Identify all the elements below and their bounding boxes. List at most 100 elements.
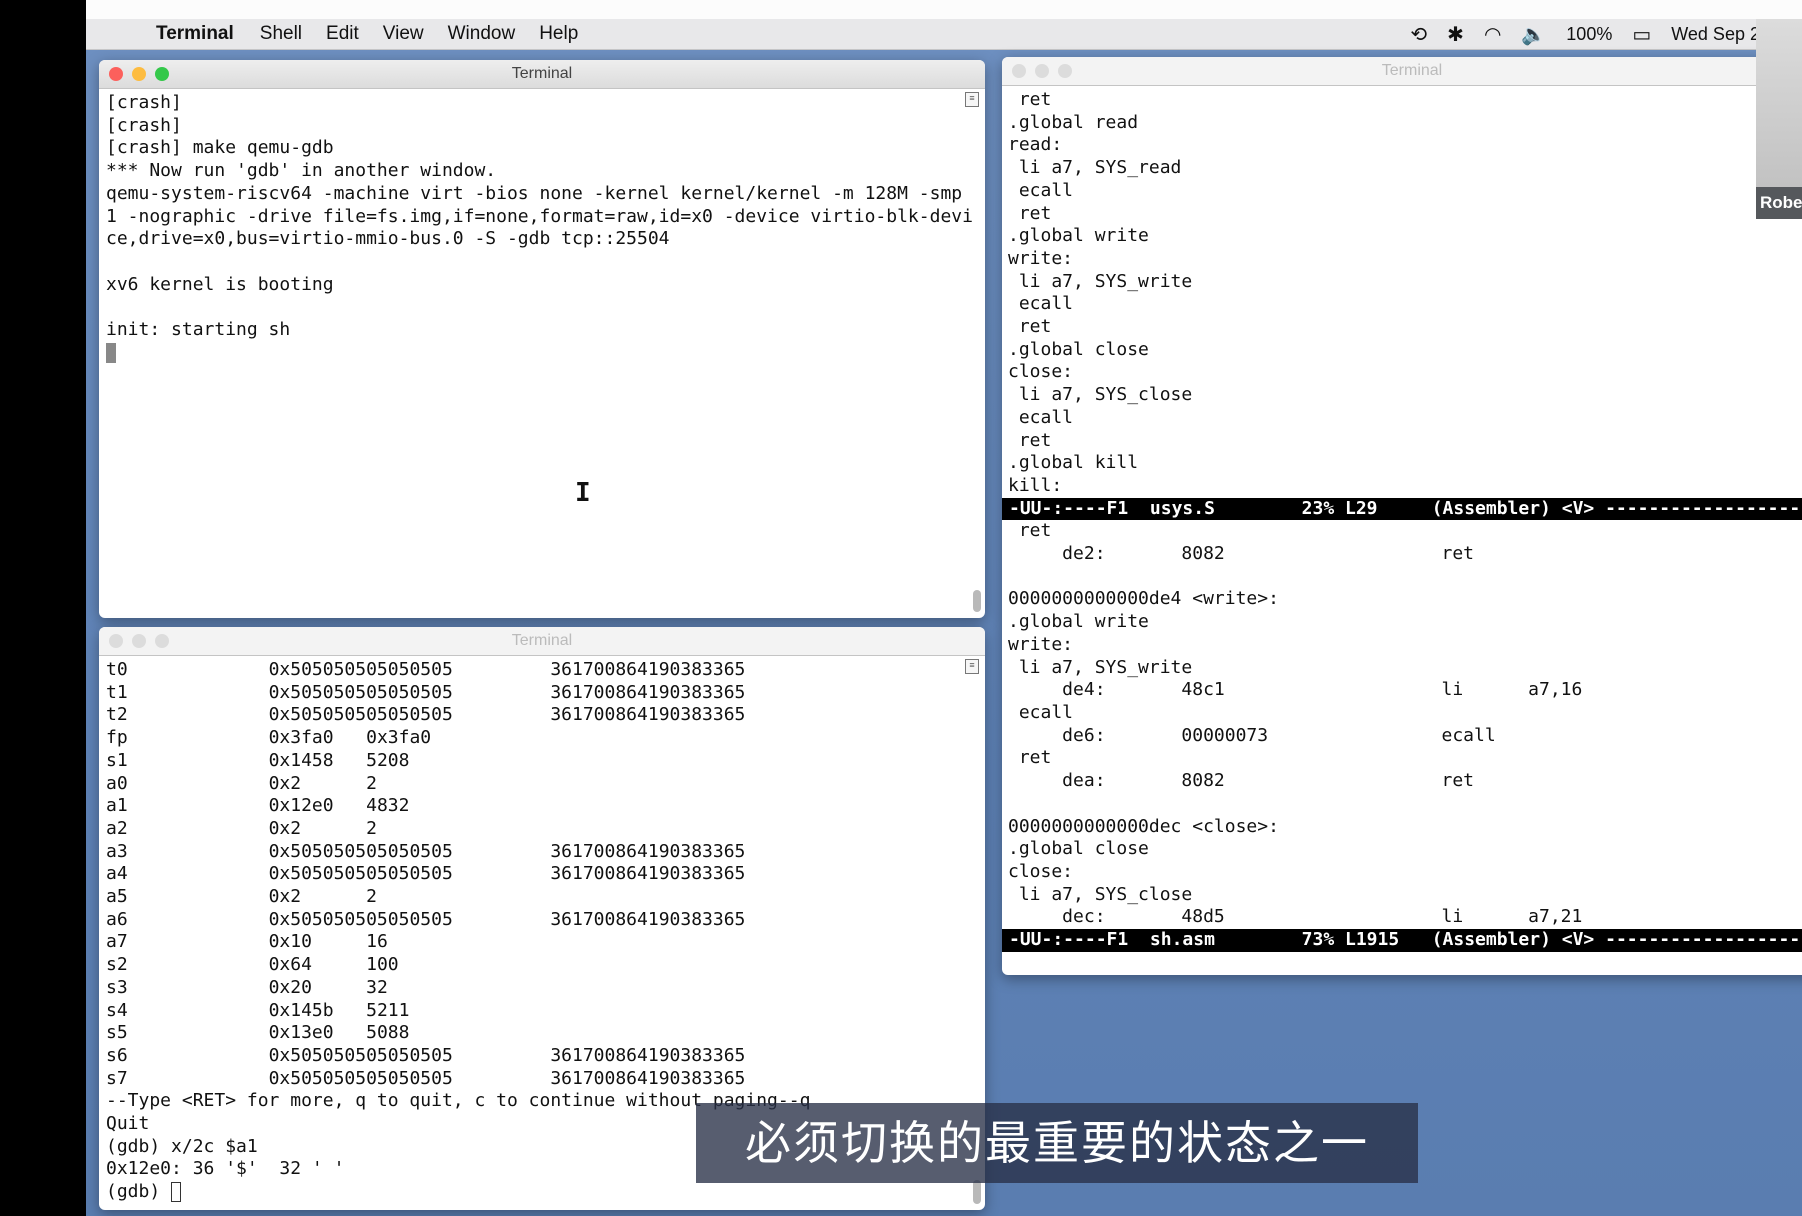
- register-name: t0: [106, 659, 269, 680]
- bluetooth-icon[interactable]: ✱: [1447, 22, 1464, 47]
- window-titlebar[interactable]: Terminal: [1002, 57, 1802, 86]
- register-name: a4: [106, 863, 269, 885]
- scrollbar[interactable]: [973, 1180, 981, 1204]
- code-line: write:: [1008, 633, 1074, 655]
- register-row: s7 0x505050505050505 361700864190383365: [106, 1068, 985, 1091]
- code-line: ret: [1008, 520, 1052, 542]
- code-line: 0000000000000dec <close>:: [1008, 815, 1279, 837]
- register-name: a7: [106, 931, 269, 953]
- register-row: a7 0x10 16: [106, 931, 985, 954]
- modeline-mode: (Assembler) <V>: [1431, 497, 1595, 519]
- register-hex: 0x505050505050505: [268, 1044, 551, 1066]
- battery-icon[interactable]: ▭: [1632, 22, 1651, 47]
- emacs-upper-buffer[interactable]: ret .global read read: li a7, SYS_read eca…: [1002, 86, 1802, 498]
- register-value: 5211: [366, 999, 410, 1021]
- register-hex: 0x12e0: [268, 795, 367, 817]
- code-line: ret: [1008, 89, 1052, 110]
- register-hex: 0x64: [268, 954, 367, 976]
- register-value: 5208: [366, 749, 410, 771]
- wifi-icon[interactable]: ◠: [1484, 22, 1501, 47]
- register-value: 0x3fa0: [366, 727, 432, 749]
- close-icon[interactable]: [109, 67, 123, 81]
- register-value: 361700864190383365: [550, 681, 746, 703]
- register-row: t2 0x505050505050505 361700864190383365: [106, 704, 985, 727]
- mode-line-sh: -UU-:----F1 sh.asm 73% L1915 (Assembler)…: [1002, 929, 1802, 952]
- menu-app-name[interactable]: Terminal: [156, 23, 234, 45]
- split-pane-icon[interactable]: ≡: [965, 659, 979, 674]
- minimize-icon[interactable]: [132, 67, 146, 81]
- register-row: a2 0x2 2: [106, 818, 985, 841]
- window-titlebar[interactable]: Terminal: [99, 60, 985, 89]
- close-icon[interactable]: [1012, 64, 1026, 78]
- gdb-text: (gdb) x/2c $a1: [106, 1135, 258, 1157]
- register-row: s6 0x505050505050505 361700864190383365: [106, 1045, 985, 1068]
- text-cursor: [106, 342, 116, 363]
- close-icon[interactable]: [109, 634, 123, 648]
- register-hex: 0x10: [268, 931, 367, 953]
- time-machine-icon[interactable]: ⟲: [1410, 22, 1427, 47]
- code-line: ecall: [1008, 406, 1074, 428]
- register-hex: 0x505050505050505: [268, 1067, 551, 1089]
- terminal-line: [crash]: [106, 92, 182, 113]
- menu-edit[interactable]: Edit: [326, 23, 359, 45]
- code-line: .global write: [1008, 611, 1149, 633]
- menu-help[interactable]: Help: [539, 23, 578, 45]
- register-value: 361700864190383365: [550, 840, 746, 862]
- register-hex: 0x505050505050505: [268, 840, 551, 862]
- register-name: s6: [106, 1044, 269, 1066]
- register-hex: 0x145b: [268, 999, 367, 1021]
- modeline-position: 23% L29: [1301, 497, 1378, 519]
- text-cursor: [171, 1182, 182, 1203]
- register-name: s5: [106, 1022, 269, 1044]
- register-name: a5: [106, 886, 269, 908]
- code-line: ret: [1008, 202, 1052, 224]
- gdb-text: (gdb): [106, 1181, 172, 1203]
- zoom-icon[interactable]: [155, 634, 169, 648]
- register-row: s5 0x13e0 5088: [106, 1022, 985, 1045]
- minimize-icon[interactable]: [132, 634, 146, 648]
- menu-view[interactable]: View: [383, 23, 424, 45]
- split-pane-icon[interactable]: ≡: [965, 92, 979, 107]
- register-name: a6: [106, 908, 269, 930]
- volume-icon[interactable]: 🔈: [1521, 22, 1546, 47]
- scrollbar[interactable]: [973, 590, 981, 612]
- register-value: 361700864190383365: [550, 704, 746, 726]
- register-name: s2: [106, 954, 269, 976]
- minimize-icon[interactable]: [1035, 64, 1049, 78]
- register-value: 16: [366, 931, 388, 953]
- zoom-icon[interactable]: [155, 67, 169, 81]
- register-name: t2: [106, 704, 269, 726]
- emacs-lower-buffer[interactable]: ret de2: 8082 ret 0000000000000de4 <writ…: [1002, 520, 1802, 929]
- video-subtitle: 必须切换的最重要的状态之一: [696, 1103, 1418, 1183]
- terminal-line: *** Now run 'gdb' in another window.: [106, 160, 497, 182]
- code-line: dec: 48d5 li a7,21: [1008, 906, 1583, 928]
- register-hex: 0x3fa0: [268, 727, 367, 749]
- code-line: li a7, SYS_close: [1008, 883, 1193, 905]
- battery-percent[interactable]: 100%: [1566, 24, 1612, 45]
- terminal-output[interactable]: [crash] [crash] [crash] make qemu-gdb **…: [99, 89, 985, 364]
- register-value: 2: [366, 817, 377, 839]
- register-value: 5088: [366, 1022, 410, 1044]
- modeline-mode: (Assembler) <V>: [1431, 929, 1595, 951]
- code-line: ecall: [1008, 701, 1074, 723]
- modeline-filename: sh.asm: [1149, 929, 1215, 951]
- register-row: a4 0x505050505050505 361700864190383365: [106, 863, 985, 886]
- menu-shell[interactable]: Shell: [260, 23, 302, 45]
- code-line: 0000000000000de4 <write>:: [1008, 588, 1279, 610]
- register-value: 4832: [366, 795, 410, 817]
- code-line: .global close: [1008, 338, 1149, 360]
- register-hex: 0x1458: [268, 749, 367, 771]
- menu-window[interactable]: Window: [448, 23, 516, 45]
- register-row: a3 0x505050505050505 361700864190383365: [106, 841, 985, 864]
- register-value: 361700864190383365: [550, 908, 746, 930]
- code-line: close:: [1008, 860, 1074, 882]
- code-line: .global read: [1008, 111, 1139, 133]
- ibeam-cursor-icon: I: [575, 478, 591, 508]
- register-name: s1: [106, 749, 269, 771]
- modeline-status: -UU-:----F1: [1009, 929, 1129, 951]
- traffic-lights: [109, 67, 169, 81]
- window-titlebar[interactable]: Terminal: [99, 627, 985, 656]
- register-name: a1: [106, 795, 269, 817]
- zoom-icon[interactable]: [1058, 64, 1072, 78]
